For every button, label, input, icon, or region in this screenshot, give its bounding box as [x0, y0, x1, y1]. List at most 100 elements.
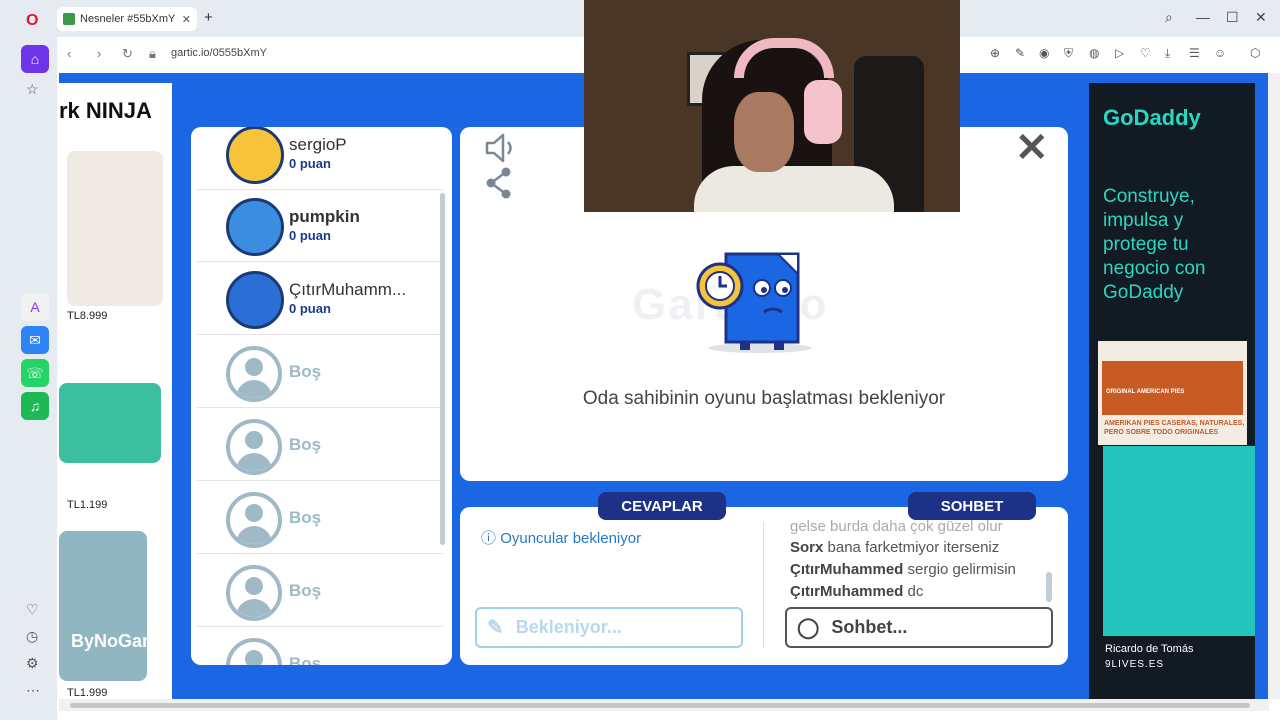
shield-icon[interactable]: ⛨ [1064, 46, 1073, 61]
ad-screenshot-caption: AMERIKAN PIES CASERAS, NATURALES, PERO S… [1104, 420, 1245, 436]
empty-slot: Boş [197, 482, 443, 554]
chat-input[interactable]: ◯ Sohbet... [785, 607, 1053, 648]
close-room-icon[interactable]: ✕ [1015, 125, 1049, 171]
back-icon[interactable]: ‹ [67, 46, 71, 61]
waiting-message: Oda sahibinin oyunu başlatması bekleniyo… [582, 388, 946, 409]
avatar [226, 198, 284, 256]
empty-slot-label: Boş [289, 654, 322, 665]
player-score: 0 puan [289, 156, 331, 171]
maximize-icon[interactable]: ☐ [1226, 9, 1239, 26]
chat-message-text: gelse burda daha çok güzel olur [790, 518, 1003, 535]
avatar [226, 271, 284, 329]
home-icon[interactable]: ⌂ [21, 45, 49, 73]
players-panel: sergioP 0 puan pumpkin 0 puan ÇıtırMuham… [191, 127, 452, 665]
edit-icon[interactable]: ✎ [1015, 46, 1025, 60]
player-name: ÇıtırMuhamm... [289, 280, 407, 299]
product-image[interactable] [67, 151, 163, 306]
waiting-mascot-icon [696, 252, 812, 353]
panel-divider [763, 522, 764, 648]
heart-icon[interactable]: ♡ [26, 601, 39, 618]
tab-answers[interactable]: CEVAPLAR [598, 492, 726, 520]
player-name: sergioP [289, 135, 347, 154]
lock-icon[interactable]: 🔒︎ [149, 46, 156, 62]
share-icon[interactable] [486, 167, 516, 199]
empty-slot-label: Boş [289, 435, 322, 454]
gartic-favicon-icon [63, 13, 75, 25]
tab-title: Nesneler #55bXmY (Türk [80, 13, 175, 25]
product-image[interactable] [59, 383, 161, 463]
play-icon[interactable]: ▷ [1115, 46, 1124, 60]
chat-message: ÇıtırMuhammed sergio gelirmisin [790, 561, 1016, 578]
spotify-icon[interactable]: ♫ [21, 392, 49, 420]
window-close-icon[interactable]: ✕ [1255, 9, 1267, 26]
empty-avatar-icon [226, 346, 282, 402]
vpn-icon[interactable]: ◍ [1089, 46, 1099, 60]
chat-input-placeholder: Sohbet... [831, 617, 908, 637]
chat-user: Sorx [790, 539, 824, 556]
chat-message: ÇıtırMuhammed dc [790, 583, 923, 600]
empty-slot-label: Boş [289, 508, 322, 527]
tab-chat[interactable]: SOHBET [908, 492, 1036, 520]
menu-icon[interactable]: ☰ [1189, 46, 1200, 60]
profile-icon[interactable]: ☺ [1214, 46, 1226, 60]
player-score: 0 puan [289, 228, 331, 243]
right-ad[interactable]: GoDaddy Construye, impulsa y protege tu … [1089, 83, 1255, 699]
page-scrollbar-thumb[interactable] [70, 703, 1250, 708]
opera-logo-icon[interactable]: O [26, 12, 38, 30]
ad-brand: rk NINJA [59, 98, 152, 123]
player-card[interactable]: sergioP 0 puan [197, 127, 443, 190]
browser-tab-active[interactable]: Nesneler #55bXmY (Türk ✕ [57, 7, 197, 31]
chat-bubble-icon: ◯ [797, 617, 820, 639]
player-card[interactable]: pumpkin 0 puan [197, 190, 443, 262]
extension-icon[interactable]: ⬡ [1250, 46, 1260, 60]
minimize-icon[interactable]: — [1196, 9, 1210, 25]
chat-message: Sorx bana farketmiyor iterseniz [790, 539, 999, 556]
history-icon[interactable]: ◷ [26, 628, 38, 645]
info-icon: ⓘ [481, 530, 497, 547]
camera-icon[interactable]: ◉ [1039, 46, 1049, 60]
reload-icon[interactable]: ↻ [122, 46, 133, 62]
players-scrollbar[interactable] [440, 193, 445, 545]
chat-scrollbar[interactable] [1046, 572, 1052, 602]
ad-website-screenshot: ORIGINAL AMERICAN PIES AMERIKAN PIES CAS… [1098, 341, 1247, 445]
empty-slot-label: Boş [289, 362, 322, 381]
chat-message-text: sergio gelirmisin [907, 561, 1016, 578]
messenger-icon[interactable]: ✉ [21, 326, 49, 354]
chat-message-text: dc [907, 583, 924, 600]
chat-message-text: bana farketmiyor iterseniz [827, 539, 1000, 556]
empty-avatar-icon [226, 419, 282, 475]
url-field[interactable]: gartic.io/0555bXmY [171, 47, 267, 59]
new-tab-icon[interactable]: + [204, 9, 213, 26]
forward-icon[interactable]: › [97, 46, 101, 61]
ad-person-photo [1103, 446, 1255, 636]
webcam-overlay [584, 0, 960, 212]
player-name: pumpkin [289, 207, 360, 226]
tab-close-icon[interactable]: ✕ [182, 13, 191, 26]
speaker-icon[interactable] [484, 133, 518, 163]
player-score: 0 puan [289, 301, 331, 316]
settings-icon[interactable]: ⚙ [26, 655, 39, 672]
ad-price: TL8.999 [67, 310, 108, 322]
browser-sidebar: ⌂ ☆ A ✉ ☏ ♫ ♡ ◷ ⚙ ⋯ [0, 37, 57, 720]
chat-user: ÇıtırMuhammed [790, 561, 904, 578]
chat-user: ÇıtırMuhammed [790, 583, 904, 600]
favorite-icon[interactable]: ♡ [1140, 46, 1151, 60]
empty-slot-label: Boş [289, 581, 322, 600]
page-scrollbar-vertical[interactable] [1268, 73, 1280, 699]
product-image[interactable] [59, 531, 147, 681]
avatar [226, 127, 284, 184]
player-card[interactable]: ÇıtırMuhamm... 0 puan [197, 263, 443, 335]
empty-avatar-icon [226, 638, 282, 665]
empty-slot: Boş [197, 628, 443, 665]
answer-input[interactable]: ✎ Bekleniyor... [475, 607, 743, 648]
zoom-icon[interactable]: ⊕ [990, 46, 1000, 60]
more-icon[interactable]: ⋯ [26, 682, 40, 699]
godaddy-logo: GoDaddy [1103, 105, 1201, 130]
download-icon[interactable]: ⤓ [1165, 46, 1170, 61]
star-icon[interactable]: ☆ [26, 81, 39, 98]
aria-icon[interactable]: A [21, 293, 49, 321]
left-ad[interactable]: rk NINJA TL8.999 TL1.199 ByNoGame TL1.99… [59, 83, 172, 699]
whatsapp-icon[interactable]: ☏ [21, 359, 49, 387]
search-tabs-icon[interactable]: ⌕ [1165, 9, 1173, 26]
ad-price: TL1.999 [67, 687, 108, 699]
